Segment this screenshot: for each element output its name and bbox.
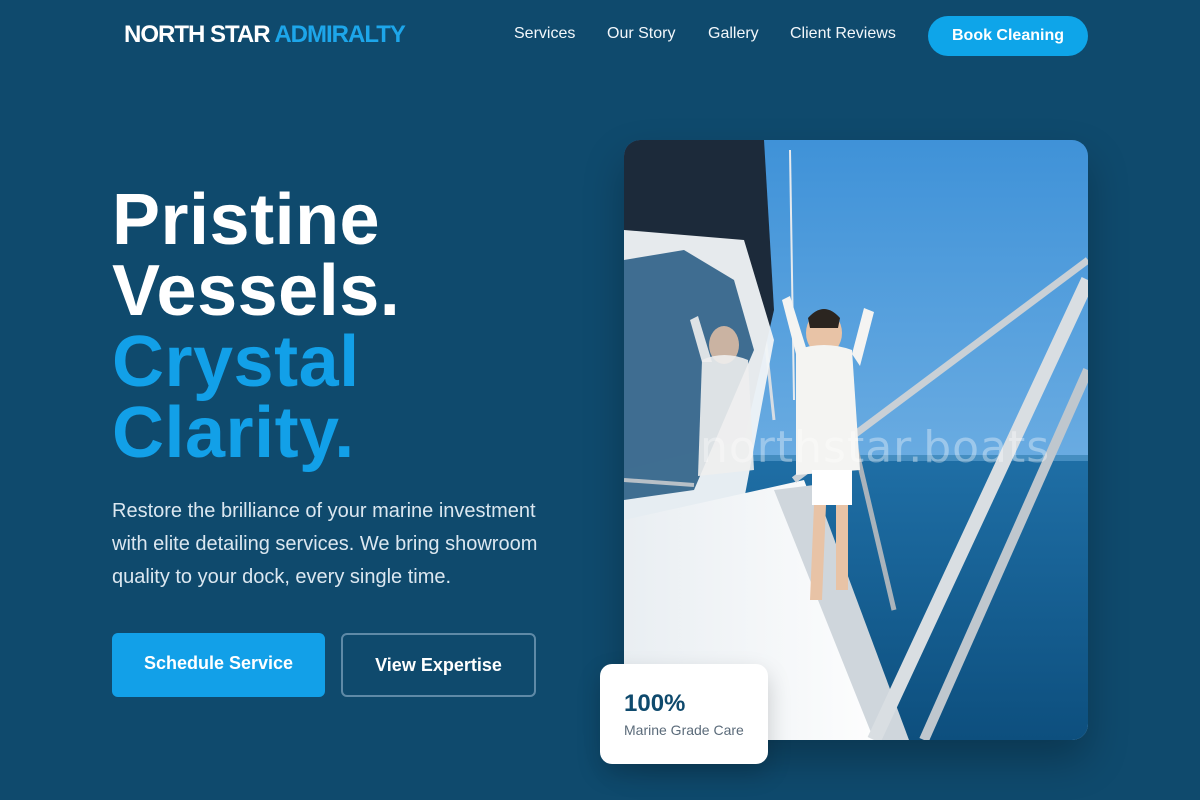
brand-logo[interactable]: NORTH STAR ADMIRALTY <box>124 21 406 49</box>
nav-link-services[interactable]: Services <box>514 25 575 43</box>
book-cleaning-button[interactable]: Book Cleaning <box>928 16 1088 56</box>
hero-title-accent-line-2: Clarity. <box>112 393 355 473</box>
stat-label: Marine Grade Care <box>624 722 744 738</box>
stat-value: 100% <box>624 690 686 717</box>
nav-link-client-reviews[interactable]: Client Reviews <box>790 25 896 43</box>
hero-title-line-1: Pristine <box>112 180 381 260</box>
top-navbar: NORTH STAR ADMIRALTY Services Our Story … <box>0 0 1200 70</box>
photo-watermark: northstar.boats <box>700 422 1051 473</box>
brand-name-accent: ADMIRALTY <box>274 21 406 48</box>
nav-link-gallery[interactable]: Gallery <box>708 25 759 43</box>
hero-title: Pristine Vessels. Crystal Clarity. <box>112 180 572 473</box>
brand-name-primary: NORTH STAR <box>124 21 271 48</box>
nav-link-our-story[interactable]: Our Story <box>607 25 675 43</box>
hero-description: Restore the brilliance of your marine in… <box>112 500 538 588</box>
hero-title-line-2: Vessels. <box>112 251 401 331</box>
hero-title-accent-line-1: Crystal <box>112 322 360 402</box>
stat-card: 100% Marine Grade Care <box>600 664 768 764</box>
view-expertise-button[interactable]: View Expertise <box>341 633 536 697</box>
schedule-service-button[interactable]: Schedule Service <box>112 633 325 697</box>
